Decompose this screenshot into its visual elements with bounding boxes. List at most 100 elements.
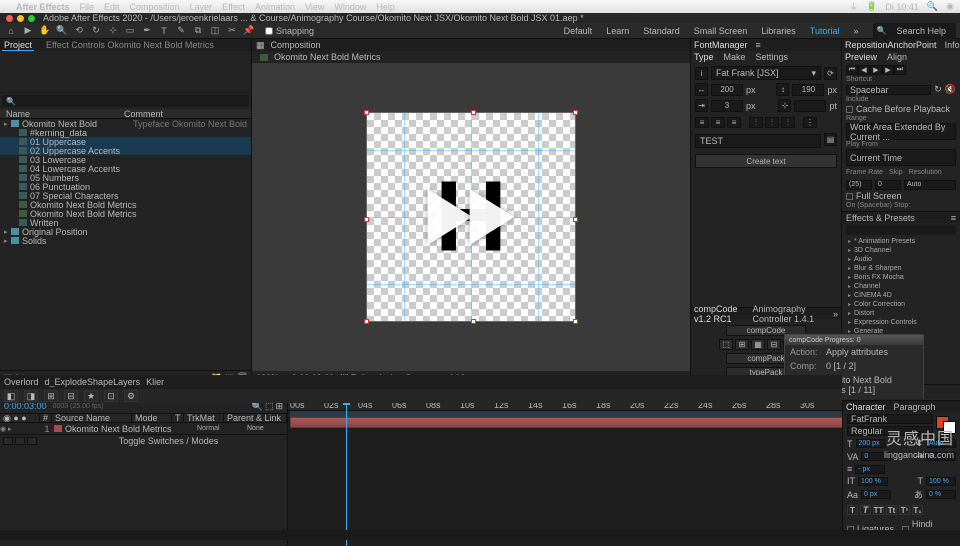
menu-animation[interactable]: Animation [255,2,295,12]
effect-category[interactable]: Expression Controls [844,318,958,327]
comp-name[interactable]: Okomito Next Bold Metrics [274,52,381,62]
orbit-tool-icon[interactable]: ⟲ [72,25,86,37]
wifi-icon[interactable]: ⏚ [849,0,858,13]
timeline-layer[interactable]: ◉ ▸ 1 Okomito Next Bold Metrics Normal N… [0,423,287,434]
first-frame-icon[interactable]: ⏮ [846,65,858,75]
cc-more-icon[interactable]: » [833,309,838,319]
anchor-tool-icon[interactable]: ⊹ [106,25,120,37]
mode-dropdown[interactable]: Normal [197,425,247,432]
ov-t2-icon[interactable]: ◨ [24,390,38,402]
bold-toggle[interactable]: T [847,505,858,515]
ws-standard[interactable]: Standard [637,24,686,38]
effect-category[interactable]: Color Correction [844,300,958,309]
klier-label[interactable]: Klier [146,377,164,387]
effect-category[interactable]: Blur & Sharpen [844,264,958,273]
res-input[interactable]: Auto [904,180,956,190]
eraser-tool-icon[interactable]: ◫ [208,25,222,37]
tab-composition[interactable]: Composition [271,40,321,50]
project-tree[interactable]: ▸Okomito Next BoldTypeface Okomito Next … [0,119,251,370]
caps-toggle[interactable]: TT [873,505,884,515]
align-mid-icon[interactable]: ⫶ [765,117,779,128]
tab-effect-controls[interactable]: Effect Controls Okomito Next Bold Metric… [44,40,216,50]
skip-input[interactable]: 0 [875,180,901,190]
baseline-input[interactable]: 0 px [861,490,891,499]
fm-info-icon[interactable]: i [695,67,708,80]
siri-icon[interactable]: ◉ [946,1,954,12]
range-select[interactable]: Work Area Extended By Current ... [846,123,956,140]
leading-input[interactable]: Auto [926,439,956,448]
effect-category[interactable]: 3D Channel [844,246,958,255]
menu-view[interactable]: View [305,2,324,12]
cc-g3-icon[interactable]: ▦ [751,339,765,350]
cache-checkbox[interactable] [846,106,853,113]
col-name[interactable]: Name [0,109,120,118]
fm-height-input[interactable]: 190 [792,84,824,96]
play-icon[interactable]: ▶ [870,65,882,75]
rap-tab-align[interactable]: Align [887,52,907,62]
menu-effect[interactable]: Effect [222,2,245,12]
align-right-icon[interactable]: ≡ [727,117,741,128]
effects-presets-header[interactable]: Effects & Presets≡ [842,211,960,223]
effect-category[interactable]: CINEMA 4D [844,291,958,300]
toggle-switches-button[interactable]: Toggle Switches / Modes [119,436,219,446]
viewer[interactable]: H [252,63,690,371]
ws-libraries[interactable]: Libraries [755,24,802,38]
search-help[interactable]: 🔍 Search Help [873,23,957,39]
menu-help[interactable]: Help [376,2,395,12]
col-trkmat[interactable]: TrkMat [184,414,224,422]
text-tool-icon[interactable]: T [157,25,171,37]
shortcut-select[interactable]: Spacebar [846,85,931,95]
battery-icon[interactable]: 🔋 [866,1,877,12]
cc-g2-icon[interactable]: ⊞ [735,339,749,350]
effect-category[interactable]: Distort [844,309,958,318]
menu-composition[interactable]: Composition [130,2,180,12]
effect-category[interactable]: Boris FX Mocha [844,273,958,282]
align-bot-icon[interactable]: ⫶ [781,117,795,128]
ws-more-icon[interactable]: » [847,24,864,38]
last-frame-icon[interactable]: ⏭ [894,65,906,75]
menu-layer[interactable]: Layer [190,2,213,12]
effect-category[interactable]: Audio [844,255,958,264]
menu-file[interactable]: File [80,2,95,12]
col-parent[interactable]: Parent & Link [224,414,287,422]
sub-toggle[interactable]: T₁ [912,505,923,515]
ws-learn[interactable]: Learn [600,24,635,38]
brush-tool-icon[interactable]: ✎ [174,25,188,37]
pen-tool-icon[interactable]: ✒ [140,25,154,37]
rect-tool-icon[interactable]: ▭ [123,25,137,37]
italic-toggle[interactable]: T [860,505,871,515]
ws-default[interactable]: Default [558,24,599,38]
fm-width-input[interactable]: 200 [711,84,743,96]
hand-tool-icon[interactable]: ✋ [38,25,52,37]
col-num[interactable]: # [40,414,52,422]
loop-icon[interactable]: ↻ [934,84,942,95]
fm-kern-input[interactable]: 3 [711,100,743,112]
canvas[interactable]: H [366,112,576,322]
tab-project[interactable]: Project [2,40,34,51]
snapping-checkbox[interactable] [265,27,273,35]
tab-info[interactable]: Info [945,40,960,50]
ov-t1-icon[interactable]: ◧ [4,390,18,402]
project-search[interactable]: 🔍 [2,95,249,107]
playhead[interactable] [346,399,347,546]
ov-t4-icon[interactable]: ⊟ [64,390,78,402]
tab-rap[interactable]: RepositionAnchorPoint [845,40,937,50]
cc-g4-icon[interactable]: ⊟ [767,339,781,350]
ov-t3-icon[interactable]: ⊞ [44,390,58,402]
size-input[interactable]: 200 px [856,439,886,448]
align-top-icon[interactable]: ⫶ [749,117,763,128]
tab-paragraph[interactable]: Paragraph [894,402,936,412]
trkmat-dropdown[interactable]: None [247,425,287,432]
home-icon[interactable]: ⌂ [4,25,18,37]
effect-category[interactable]: * Animation Presets [844,237,958,246]
mute-icon[interactable]: 🔇 [945,84,956,95]
rap-tab-preview[interactable]: Preview [845,52,877,62]
col-comment[interactable]: Comment [120,109,251,118]
tab-character[interactable]: Character [846,402,886,412]
fm-font-select[interactable]: Fat Frank [JSX]▾ [711,66,821,80]
selection-tool-icon[interactable]: ▶ [21,25,35,37]
menu-window[interactable]: Window [334,2,366,12]
fm-offset-input[interactable] [794,100,826,112]
layer-icon[interactable]: ▦ [256,40,265,51]
overlord-label[interactable]: Overlord [4,377,39,387]
